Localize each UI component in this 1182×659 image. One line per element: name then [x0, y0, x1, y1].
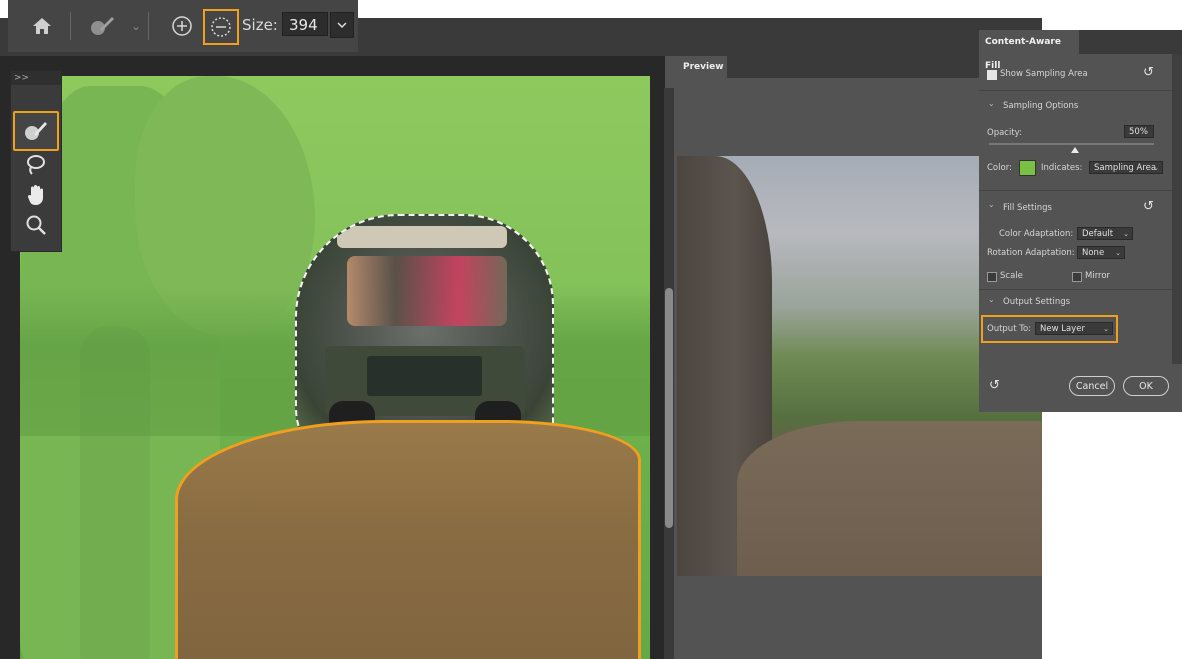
caf-footer: ↺ Cancel OK — [979, 364, 1182, 412]
chevron-down-icon[interactable]: ⌄ — [988, 295, 995, 304]
show-sampling-area-label: Show Sampling Area — [1000, 69, 1088, 79]
rotation-adaptation-label: Rotation Adaptation: — [987, 248, 1075, 258]
show-sampling-area-checkbox[interactable] — [987, 70, 997, 80]
fill-settings-header[interactable]: Fill Settings — [1003, 203, 1052, 213]
size-input[interactable]: 394 — [282, 12, 328, 36]
canvas-scrollbar[interactable] — [664, 88, 674, 659]
caf-scrollbar[interactable] — [1172, 54, 1182, 364]
divider — [979, 90, 1172, 91]
output-to-value: New Layer — [1040, 324, 1085, 334]
tab-content-aware-fill[interactable]: Content-Aware Fill — [979, 30, 1079, 71]
color-swatch[interactable] — [1019, 160, 1036, 176]
content-aware-fill-panel: Content-Aware Fill Show Sampling Area ↺ … — [979, 30, 1182, 412]
size-dropdown-button[interactable] — [330, 12, 354, 38]
chevron-down-icon: ⌄ — [1115, 249, 1121, 257]
cancel-button[interactable]: Cancel — [1069, 376, 1115, 396]
opacity-slider[interactable] — [989, 143, 1154, 145]
output-to-label: Output To: — [987, 324, 1032, 334]
separator — [148, 12, 149, 40]
indicates-value: Sampling Area — [1094, 163, 1157, 173]
rotation-adaptation-select[interactable]: None ⌄ — [1077, 246, 1125, 259]
zoom-icon[interactable] — [19, 209, 53, 241]
chevron-down-icon: ⌄ — [1123, 230, 1129, 238]
subtract-from-selection-icon[interactable] — [203, 9, 239, 45]
chevron-down-icon[interactable]: ⌄ — [988, 200, 995, 209]
size-label: Size: — [242, 16, 278, 34]
reset-icon[interactable]: ↺ — [1143, 199, 1154, 214]
lasso-icon[interactable] — [19, 149, 53, 181]
divider — [979, 289, 1172, 290]
indicates-select[interactable]: Sampling Area ⌄ — [1089, 161, 1163, 174]
separator — [70, 12, 71, 40]
opacity-slider-thumb[interactable] — [1071, 147, 1079, 153]
color-adaptation-select[interactable]: Default ⌄ — [1077, 227, 1133, 240]
jeep-grille — [367, 356, 482, 396]
options-bar: ⌄ Size: 394 — [8, 0, 358, 52]
color-adaptation-value: Default — [1082, 229, 1114, 239]
indicates-label: Indicates: — [1041, 163, 1083, 173]
sampling-options-header[interactable]: Sampling Options — [1003, 101, 1078, 111]
rotation-adaptation-value: None — [1082, 248, 1105, 258]
divider — [979, 190, 1172, 191]
sampling-brush-icon[interactable] — [13, 111, 59, 151]
hand-icon[interactable] — [19, 179, 53, 211]
home-icon[interactable] — [28, 12, 56, 40]
mirror-label: Mirror — [1085, 271, 1111, 281]
color-label: Color: — [987, 163, 1012, 173]
jeep-passengers — [347, 256, 507, 326]
dirt-road-highlight[interactable] — [175, 420, 641, 659]
chevron-down-icon[interactable]: ⌄ — [122, 12, 150, 40]
ok-button[interactable]: OK — [1123, 376, 1169, 396]
output-to-select[interactable]: New Layer ⌄ — [1035, 322, 1113, 335]
chevron-down-icon: ⌄ — [1153, 164, 1159, 172]
preview-road — [737, 421, 1042, 576]
mirror-checkbox[interactable] — [1072, 272, 1082, 282]
add-to-selection-icon[interactable] — [168, 12, 196, 40]
color-adaptation-label: Color Adaptation: — [999, 229, 1074, 239]
opacity-input[interactable]: 50% — [1124, 125, 1154, 138]
sampling-overlay-image[interactable] — [20, 76, 650, 659]
reset-icon[interactable]: ↺ — [1143, 65, 1154, 80]
tab-preview[interactable]: Preview — [675, 56, 727, 78]
tools-collapse-toggle[interactable]: >> — [11, 71, 61, 85]
output-settings-header[interactable]: Output Settings — [1003, 297, 1070, 307]
chevron-down-icon: ⌄ — [1103, 325, 1109, 333]
opacity-label: Opacity: — [987, 128, 1022, 138]
chevron-down-icon[interactable]: ⌄ — [988, 99, 995, 108]
reset-all-icon[interactable]: ↺ — [989, 378, 1000, 393]
tools-palette: >> — [10, 70, 62, 252]
scale-checkbox[interactable] — [987, 272, 997, 282]
scale-label: Scale — [1000, 271, 1023, 281]
jeep-roof — [337, 226, 507, 248]
scrollbar-thumb[interactable] — [665, 288, 673, 528]
caf-tab-row: Content-Aware Fill — [979, 30, 1182, 71]
brush-icon[interactable] — [88, 12, 116, 40]
